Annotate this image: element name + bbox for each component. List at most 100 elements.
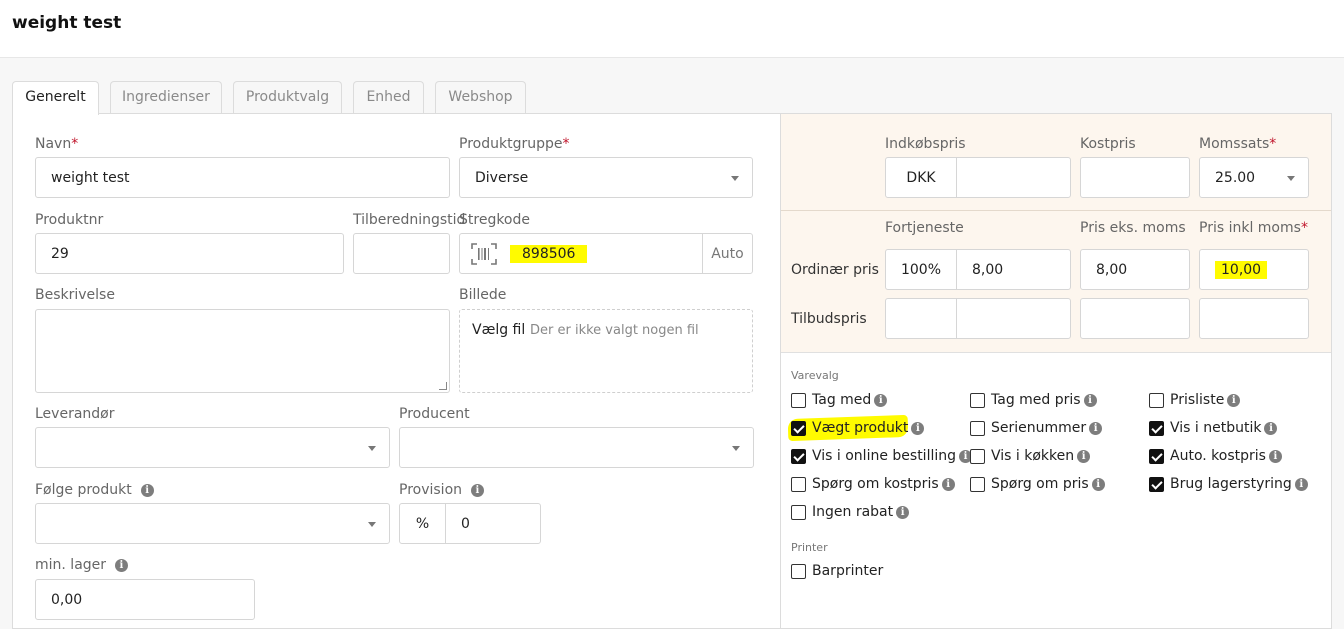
tilberedningstid-input[interactable] [353,233,450,274]
tilbud-inkl-moms-input[interactable] [1199,298,1309,339]
navn-input[interactable]: weight test [35,157,450,198]
info-icon[interactable]: i [896,505,910,519]
checkbox[interactable] [791,392,806,408]
checkbox[interactable] [791,563,806,579]
info-icon[interactable]: i [1091,477,1105,491]
min-lager-label: min. lager i [35,557,128,573]
min-lager-input[interactable]: 0,00 [35,579,255,620]
currency-label: DKK [885,157,957,198]
folge-produkt-label: Følge produkt i [35,482,154,498]
tab-webshop[interactable]: Webshop [435,81,526,114]
tilberedningstid-label: Tilberedningstid [353,212,466,228]
produktgruppe-select[interactable]: Diverse [459,157,753,198]
auto-barcode-button[interactable]: Auto [702,234,752,273]
option-prisliste[interactable]: Prisliste i [1149,392,1241,408]
provision-input[interactable]: 0 [445,503,541,544]
price-section-border [781,352,1331,353]
producent-select[interactable] [399,427,754,468]
checkbox[interactable] [970,392,985,408]
leverandor-select[interactable] [35,427,390,468]
momssats-label: Momssats* [1199,136,1277,152]
info-icon[interactable]: i [140,484,154,497]
checkbox-checked[interactable] [791,448,806,464]
option-barprinter[interactable]: Barprinter [791,563,883,579]
stregkode-input[interactable]: 898506 [508,234,702,273]
pris-inkl-moms-label: Pris inkl moms* [1199,220,1308,236]
file-status: Der er ikke valgt nogen fil [530,323,699,338]
ordinaer-fortjeneste-input[interactable]: 8,00 [956,249,1071,290]
indkobspris-input[interactable] [956,157,1071,198]
pris-eks-moms-label: Pris eks. moms [1080,220,1186,236]
fortjeneste-label: Fortjeneste [885,220,964,236]
kostpris-label: Kostpris [1080,136,1136,152]
folge-produkt-select[interactable] [35,503,390,544]
provision-unit: % [399,503,446,544]
option-sporg-om-kostpris[interactable]: Spørg om kostpris i [791,476,955,492]
beskrivelse-textarea[interactable] [35,309,450,393]
checkbox-checked[interactable] [1149,476,1164,492]
tilbud-eks-moms-input[interactable] [1080,298,1190,339]
produktnr-label: Produktnr [35,212,104,228]
info-icon[interactable]: i [1077,449,1091,463]
page-title: weight test [12,13,122,33]
info-icon[interactable]: i [470,484,484,497]
printer-title: Printer [791,541,828,554]
info-icon[interactable]: i [1083,393,1097,407]
kostpris-input[interactable] [1080,157,1190,198]
checkbox[interactable] [791,504,806,520]
option-brug-lagerstyring[interactable]: Brug lagerstyring i [1149,476,1308,492]
checkbox[interactable] [970,448,985,464]
info-icon[interactable]: i [1268,449,1282,463]
info-icon[interactable]: i [1227,393,1241,407]
tab-produktvalg[interactable]: Produktvalg [233,81,342,114]
tilbud-fortjeneste-input[interactable] [956,298,1071,339]
option-vaegt-produkt[interactable]: Vægt produkt i [791,420,925,436]
option-serienummer[interactable]: Serienummer i [970,420,1103,436]
info-icon[interactable]: i [941,477,955,491]
option-auto-kostpris[interactable]: Auto. kostpris i [1149,448,1282,464]
option-ingen-rabat[interactable]: Ingen rabat i [791,504,910,520]
stregkode-group: 898506 Auto [459,233,753,274]
checkbox[interactable] [970,420,985,436]
tab-enhed[interactable]: Enhed [353,81,424,114]
barcode-icon[interactable] [460,234,508,273]
info-icon[interactable]: i [114,559,128,572]
produktgruppe-label: Produktgruppe* [459,136,570,152]
leverandor-label: Leverandør [35,406,115,422]
billede-label: Billede [459,287,507,303]
choose-file-button[interactable]: Vælg fil [472,322,525,338]
info-icon[interactable]: i [1089,421,1103,435]
checkbox-checked[interactable] [1149,448,1164,464]
info-icon[interactable]: i [911,421,925,435]
momssats-select[interactable]: 25.00 [1199,157,1309,198]
checkbox[interactable] [791,476,806,492]
tilbudspris-label: Tilbudspris [791,311,867,327]
option-tag-med[interactable]: Tag med i [791,392,888,408]
stregkode-label: Stregkode [459,212,530,228]
checkbox-checked[interactable] [1149,420,1164,436]
tab-generelt[interactable]: Generelt [12,81,99,115]
ordinaer-eks-moms-input[interactable]: 8,00 [1080,249,1190,290]
option-tag-med-pris[interactable]: Tag med pris i [970,392,1097,408]
option-vis-i-kokken[interactable]: Vis i køkken i [970,448,1091,464]
indkobspris-label: Indkøbspris [885,136,966,152]
option-sporg-om-pris[interactable]: Spørg om pris i [970,476,1105,492]
tilbud-fortjeneste-percent[interactable] [885,298,957,339]
checkbox[interactable] [970,476,985,492]
ordinaer-pris-label: Ordinær pris [791,262,879,278]
billede-dropzone[interactable]: Vælg fil Der er ikke valgt nogen fil [459,309,753,393]
ordinaer-inkl-moms-input[interactable]: 10,00 [1199,249,1309,290]
info-icon[interactable]: i [1294,477,1308,491]
navn-label: Navn* [35,136,79,152]
option-vis-i-online-bestilling[interactable]: Vis i online bestilling i [791,448,972,464]
tab-ingredienser[interactable]: Ingredienser [110,81,222,114]
checkbox-checked[interactable] [791,420,806,436]
provision-label: Provision i [399,482,484,498]
ordinaer-fortjeneste-percent[interactable]: 100% [885,249,957,290]
checkbox[interactable] [1149,392,1164,408]
info-icon[interactable]: i [1264,421,1278,435]
info-icon[interactable]: i [874,393,888,407]
produktnr-input[interactable]: 29 [35,233,344,274]
option-vis-i-netbutik[interactable]: Vis i netbutik i [1149,420,1278,436]
producent-label: Producent [399,406,470,422]
